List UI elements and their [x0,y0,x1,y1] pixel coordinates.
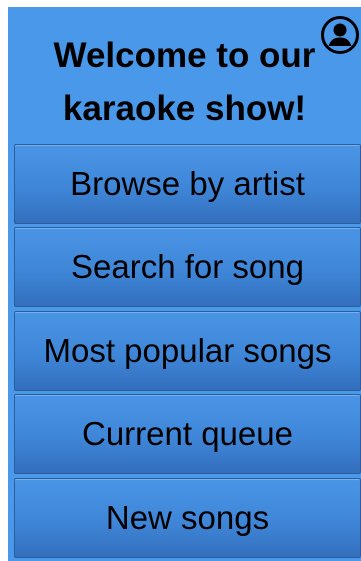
account-circle-icon [321,16,359,54]
browse-by-artist-button[interactable]: Browse by artist [14,144,361,224]
current-queue-button[interactable]: Current queue [14,394,361,474]
app-screen: Welcome to our karaoke show! Browse by a… [8,7,361,561]
page-title: Welcome to our karaoke show! [53,36,316,128]
most-popular-songs-button[interactable]: Most popular songs [14,311,361,391]
profile-button[interactable] [320,15,360,55]
search-for-song-button[interactable]: Search for song [14,227,361,307]
new-songs-button[interactable]: New songs [14,478,361,558]
